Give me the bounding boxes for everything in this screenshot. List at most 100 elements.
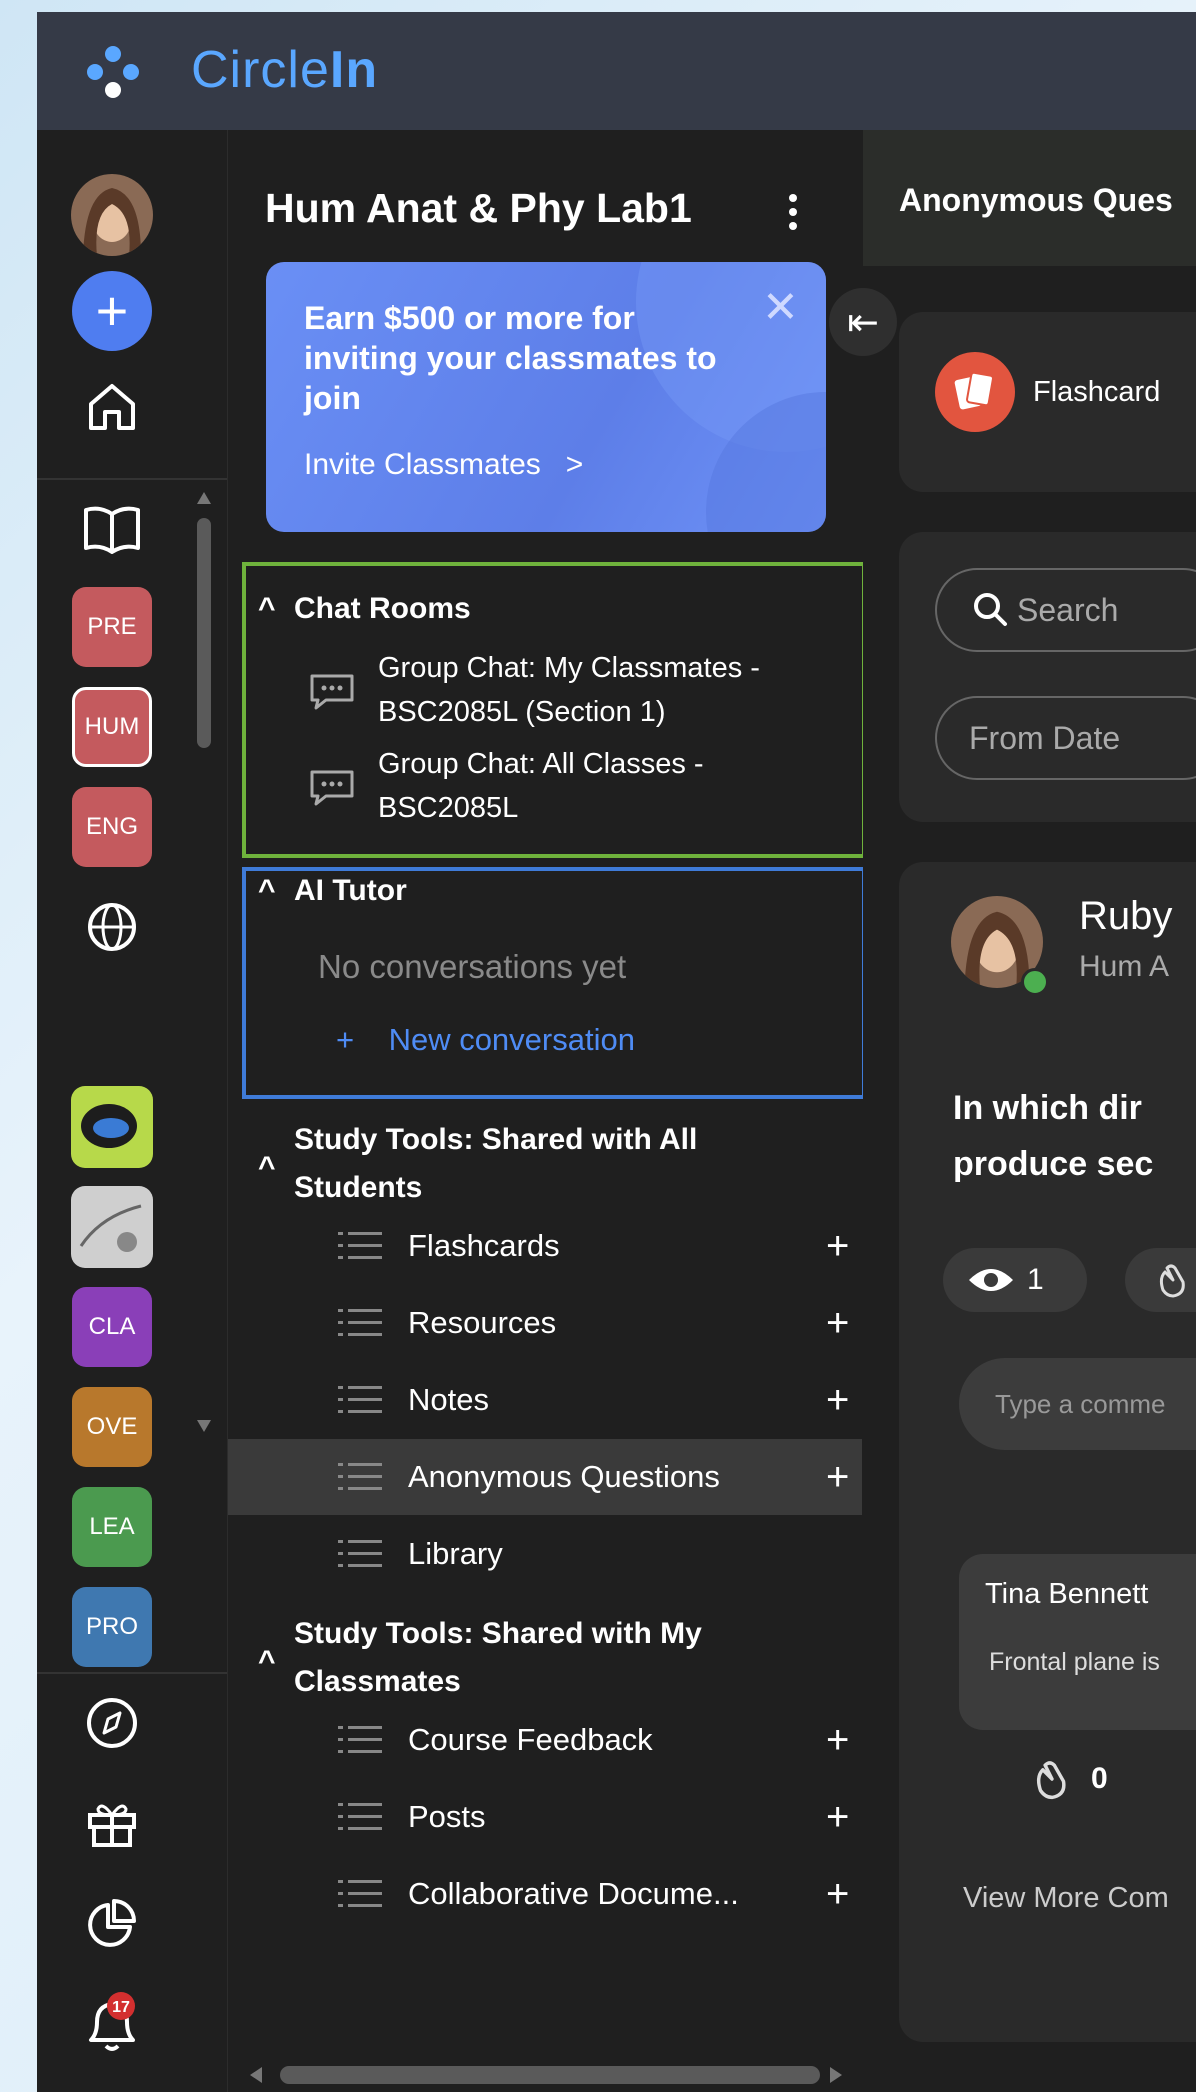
add-class-button[interactable]: + xyxy=(71,270,153,352)
sidebar-horizontal-scrollbar[interactable] xyxy=(228,2058,862,2092)
reply-text: Frontal plane is xyxy=(989,1648,1160,1676)
chat-rooms-header[interactable]: ^ Chat Rooms xyxy=(258,592,471,626)
class-tile-pre[interactable]: PRE xyxy=(71,586,153,668)
add-flashcards-icon[interactable]: + xyxy=(826,1224,849,1269)
list-icon xyxy=(338,1232,382,1259)
compass-icon[interactable] xyxy=(71,1682,153,1764)
book-icon[interactable] xyxy=(71,488,153,570)
list-icon xyxy=(338,1463,382,1490)
class-title: Hum Anat & Phy Lab1 xyxy=(265,185,692,231)
collapse-sidebar-icon[interactable]: ⇤ xyxy=(829,288,897,356)
no-conversations-text: No conversations yet xyxy=(318,948,627,985)
list-icon xyxy=(338,1386,382,1413)
scroll-down-arrow-icon[interactable] xyxy=(197,1420,211,1432)
rail-scrollbar[interactable] xyxy=(197,492,211,1432)
list-icon xyxy=(338,1880,382,1907)
list-icon xyxy=(338,1803,382,1830)
add-course-feedback-icon[interactable]: + xyxy=(826,1718,849,1763)
reply-card: Tina Bennett Frontal plane is xyxy=(959,1554,1196,1730)
app-window: CircleIn + PRE HUM ENG CLA OVE LEA PRO 1… xyxy=(37,12,1196,2092)
chevron-up-icon[interactable]: ^ xyxy=(258,592,294,626)
clap-icon xyxy=(1159,1264,1185,1298)
class-tile-pro[interactable]: PRO xyxy=(71,1586,153,1668)
class-tile-lea[interactable]: LEA xyxy=(71,1486,153,1568)
tab-anonymous-questions[interactable]: Anonymous Ques xyxy=(899,182,1173,219)
scroll-right-arrow-icon[interactable] xyxy=(830,2067,842,2083)
left-rail: + PRE HUM ENG CLA OVE LEA PRO 17 xyxy=(37,130,228,2092)
promo-headline: Earn $500 or more for inviting your clas… xyxy=(304,300,717,416)
ai-tutor-header[interactable]: ^ AI Tutor xyxy=(258,874,407,908)
eye-icon xyxy=(969,1269,1013,1291)
reply-clap-button[interactable]: 0 xyxy=(1029,1756,1196,1802)
add-anonymous-question-icon[interactable]: + xyxy=(826,1455,849,1500)
from-date-input[interactable]: From Date xyxy=(935,696,1196,780)
add-notes-icon[interactable]: + xyxy=(826,1378,849,1423)
top-bar: CircleIn xyxy=(37,12,1196,130)
add-resources-icon[interactable]: + xyxy=(826,1301,849,1346)
class-tile-ove[interactable]: OVE xyxy=(71,1386,153,1468)
chat-room-item[interactable]: Group Chat: All Classes - BSC2085L xyxy=(308,742,704,830)
more-options-icon[interactable] xyxy=(778,188,808,232)
home-icon[interactable] xyxy=(71,366,153,448)
new-conversation-button[interactable]: + New conversation xyxy=(336,1022,635,1058)
shared-classmates-header[interactable]: ^ Study Tools: Shared with My Classmates xyxy=(258,1610,702,1706)
class-tile-cla[interactable]: CLA xyxy=(71,1286,153,1368)
tab-bar: Anonymous Ques xyxy=(863,130,1196,266)
search-icon xyxy=(974,593,1007,626)
pie-chart-icon[interactable] xyxy=(71,1882,153,1964)
chat-bubble-icon xyxy=(310,674,354,710)
search-input[interactable]: Search xyxy=(935,568,1196,652)
scrollbar-thumb[interactable] xyxy=(280,2066,820,2084)
main-content: Anonymous Ques Flashcard Search From Dat… xyxy=(863,130,1196,2092)
reply-author-name[interactable]: Tina Bennett xyxy=(985,1578,1148,1611)
circlein-logo-icon xyxy=(87,46,139,98)
chevron-up-icon[interactable]: ^ xyxy=(258,1638,294,1706)
online-status-indicator xyxy=(1021,968,1049,996)
rail-divider xyxy=(37,1672,227,1674)
close-icon[interactable]: ✕ xyxy=(762,282,799,333)
post-card xyxy=(899,862,1196,2042)
view-count: 1 xyxy=(943,1248,1087,1312)
tool-item-flashcards[interactable]: Flashcards + xyxy=(228,1208,862,1284)
chat-room-item[interactable]: Group Chat: My Classmates - BSC2085L (Sec… xyxy=(308,646,760,734)
scroll-left-arrow-icon[interactable] xyxy=(250,2067,262,2083)
list-icon xyxy=(338,1726,382,1753)
chevron-up-icon[interactable]: ^ xyxy=(258,1144,294,1212)
add-collaborative-document-icon[interactable]: + xyxy=(826,1872,849,1917)
tool-item-collaborative-documents[interactable]: Collaborative Docume... + xyxy=(228,1856,862,1932)
add-posts-icon[interactable]: + xyxy=(826,1795,849,1840)
clap-button[interactable] xyxy=(1125,1248,1196,1312)
list-icon xyxy=(338,1309,382,1336)
post-author-name[interactable]: Ruby xyxy=(1079,894,1172,939)
tool-item-course-feedback[interactable]: Course Feedback + xyxy=(228,1702,862,1778)
globe-icon[interactable] xyxy=(71,886,153,968)
class-tile-eng[interactable]: ENG xyxy=(71,786,153,868)
profile-photo xyxy=(71,174,153,256)
invite-promo-banner[interactable]: Earn $500 or more for inviting your clas… xyxy=(266,262,826,532)
class-tile-hum[interactable]: HUM xyxy=(71,686,153,768)
scroll-up-arrow-icon[interactable] xyxy=(197,492,211,504)
plus-icon: + xyxy=(336,1022,355,1057)
tool-item-anonymous-questions[interactable]: Anonymous Questions + xyxy=(228,1439,862,1515)
flashcards-icon[interactable] xyxy=(935,352,1015,432)
notification-count-badge: 17 xyxy=(112,1999,130,2016)
app-logo-text[interactable]: CircleIn xyxy=(191,40,378,100)
group-thumbnail-sketch[interactable] xyxy=(71,1186,153,1268)
invite-classmates-link[interactable]: Invite Classmates > xyxy=(304,448,583,482)
view-more-comments-link[interactable]: View More Com xyxy=(963,1882,1169,1915)
scrollbar-thumb[interactable] xyxy=(197,518,211,748)
notifications-bell-icon[interactable]: 17 xyxy=(71,1982,153,2064)
post-question[interactable]: In which dir produce sec xyxy=(953,1080,1153,1192)
comment-input[interactable]: Type a comme xyxy=(959,1358,1196,1450)
chevron-up-icon[interactable]: ^ xyxy=(258,874,294,908)
tool-item-library[interactable]: Library xyxy=(228,1516,862,1592)
group-thumbnail-spanish[interactable] xyxy=(71,1086,153,1168)
tool-item-posts[interactable]: Posts + xyxy=(228,1779,862,1855)
tool-item-resources[interactable]: Resources + xyxy=(228,1285,862,1361)
chat-bubble-icon xyxy=(310,770,354,806)
tool-item-notes[interactable]: Notes + xyxy=(228,1362,862,1438)
flashcards-link[interactable]: Flashcard xyxy=(1033,376,1160,409)
user-avatar[interactable] xyxy=(71,174,153,256)
gift-icon[interactable] xyxy=(71,1782,153,1864)
shared-all-header[interactable]: ^ Study Tools: Shared with All Students xyxy=(258,1116,697,1212)
